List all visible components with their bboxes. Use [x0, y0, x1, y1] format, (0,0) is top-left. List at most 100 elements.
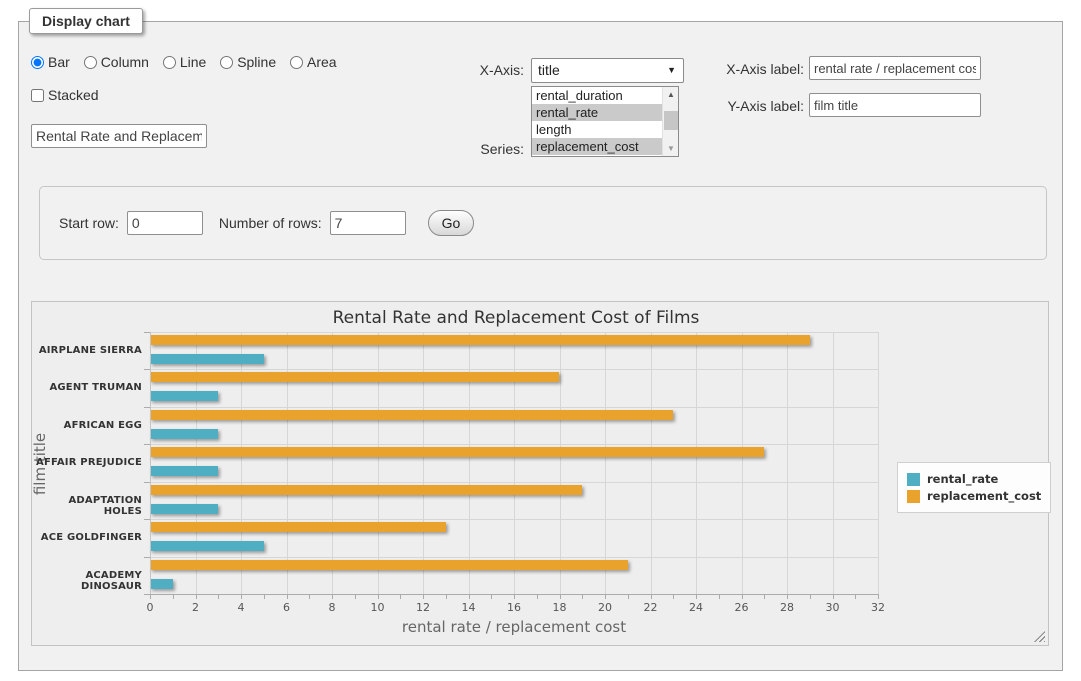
radio-option-spline[interactable]: Spline — [220, 54, 276, 70]
x-axis-selected-value: title — [538, 62, 560, 78]
chart-title: Rental Rate and Replacement Cost of Film… — [32, 308, 1000, 328]
x-tick-label: 22 — [639, 601, 663, 614]
stacked-checkbox[interactable] — [31, 89, 44, 102]
bar-rental_rate[interactable] — [150, 504, 218, 514]
start-row-input[interactable] — [127, 211, 203, 235]
bar-replacement_cost[interactable] — [150, 560, 628, 570]
x-gridline — [196, 332, 197, 594]
bar-replacement_cost[interactable] — [150, 485, 582, 495]
x-axis-tick — [287, 595, 288, 599]
x-gridline — [469, 332, 470, 594]
x-axis-tick — [605, 595, 606, 599]
x-gridline — [651, 332, 652, 594]
bar-rental_rate[interactable] — [150, 541, 264, 551]
stacked-checkbox-option[interactable]: Stacked — [31, 87, 99, 103]
bar-rental_rate[interactable] — [150, 466, 218, 476]
x-gridline — [878, 332, 879, 594]
x-axis-tick — [491, 595, 492, 599]
series-option-replacement-cost[interactable]: replacement_cost — [532, 138, 678, 155]
y-gridline — [150, 369, 878, 370]
x-gridline — [696, 332, 697, 594]
bar-rental_rate[interactable] — [150, 391, 218, 401]
x-axis-tick — [196, 595, 197, 599]
x-axis-label-caption: X-Axis label: — [649, 61, 804, 77]
x-axis-tick — [218, 595, 219, 599]
rental-rate-swatch — [907, 473, 920, 486]
bar-radio[interactable] — [31, 56, 44, 69]
fieldset-legend: Display chart — [29, 8, 143, 34]
x-gridline — [833, 332, 834, 594]
bar-replacement_cost[interactable] — [150, 372, 559, 382]
y-axis-line — [150, 332, 151, 594]
x-axis-tick — [742, 595, 743, 599]
bar-replacement_cost[interactable] — [150, 522, 446, 532]
x-gridline — [787, 332, 788, 594]
number-of-rows-input[interactable] — [330, 211, 406, 235]
x-axis-tick — [400, 595, 401, 599]
category-label: ADAPTATION HOLES — [34, 495, 142, 517]
y-gridline — [150, 444, 878, 445]
radio-option-bar[interactable]: Bar — [31, 54, 70, 70]
x-tick-label: 32 — [866, 601, 890, 614]
legend-item-replacement-cost[interactable]: replacement_cost — [907, 489, 1041, 503]
bar-replacement_cost[interactable] — [150, 335, 810, 345]
x-axis-tick — [810, 595, 811, 599]
x-axis-tick — [878, 595, 879, 599]
display-chart-fieldset: Display chart Bar Column Line Spline Are… — [18, 21, 1063, 671]
x-gridline — [742, 332, 743, 594]
scroll-down-icon[interactable]: ▼ — [663, 141, 679, 156]
bar-rental_rate[interactable] — [150, 354, 264, 364]
bar-rental_rate[interactable] — [150, 579, 173, 589]
x-axis-tick — [423, 595, 424, 599]
area-radio[interactable] — [290, 56, 303, 69]
x-axis-tick — [651, 595, 652, 599]
go-button[interactable]: Go — [428, 210, 475, 236]
x-axis-tick — [787, 595, 788, 599]
line-radio-label: Line — [180, 54, 206, 70]
y-axis-label-input[interactable] — [809, 93, 981, 117]
line-radio[interactable] — [163, 56, 176, 69]
x-tick-label: 26 — [730, 601, 754, 614]
row-range-panel: Start row: Number of rows: Go — [39, 186, 1047, 260]
x-tick-label: 24 — [684, 601, 708, 614]
bar-replacement_cost[interactable] — [150, 410, 673, 420]
x-axis-tick — [833, 595, 834, 599]
chart-title-input[interactable] — [31, 124, 207, 148]
y-gridline — [150, 519, 878, 520]
radio-option-area[interactable]: Area — [290, 54, 337, 70]
bar-rental_rate[interactable] — [150, 429, 218, 439]
x-axis-label-input[interactable] — [809, 56, 981, 80]
column-radio[interactable] — [84, 56, 97, 69]
y-gridline — [150, 407, 878, 408]
chart-type-radio-group: Bar Column Line Spline Area — [31, 54, 347, 70]
x-axis-tick — [560, 595, 561, 599]
series-listbox-label: Series: — [419, 141, 524, 157]
category-label: AFFAIR PREJUDICE — [34, 457, 142, 468]
x-tick-label: 16 — [502, 601, 526, 614]
x-tick-label: 12 — [411, 601, 435, 614]
series-option-length[interactable]: length — [532, 121, 678, 138]
x-axis-tick — [514, 595, 515, 599]
radio-option-line[interactable]: Line — [163, 54, 206, 70]
x-tick-label: 8 — [320, 601, 344, 614]
plot-area: 02468101214161820222426283032AIRPLANE SI… — [150, 332, 878, 594]
spline-radio[interactable] — [220, 56, 233, 69]
series-listbox[interactable]: rental_duration rental_rate length repla… — [531, 86, 679, 157]
bar-replacement_cost[interactable] — [150, 447, 764, 457]
category-label: AGENT TRUMAN — [34, 382, 142, 393]
radio-option-column[interactable]: Column — [84, 54, 149, 70]
stacked-label: Stacked — [48, 87, 99, 103]
x-gridline — [423, 332, 424, 594]
replacement-cost-swatch — [907, 490, 920, 503]
chart-resize-handle[interactable] — [1034, 631, 1045, 642]
x-axis-tick — [855, 595, 856, 599]
x-tick-label: 2 — [184, 601, 208, 614]
bar-radio-label: Bar — [48, 54, 70, 70]
legend-label: replacement_cost — [927, 489, 1041, 503]
x-axis-tick — [719, 595, 720, 599]
x-axis-tick — [173, 595, 174, 599]
legend-item-rental-rate[interactable]: rental_rate — [907, 472, 1041, 486]
x-gridline — [605, 332, 606, 594]
chart-legend: rental_rate replacement_cost — [897, 462, 1051, 513]
x-tick-label: 20 — [593, 601, 617, 614]
